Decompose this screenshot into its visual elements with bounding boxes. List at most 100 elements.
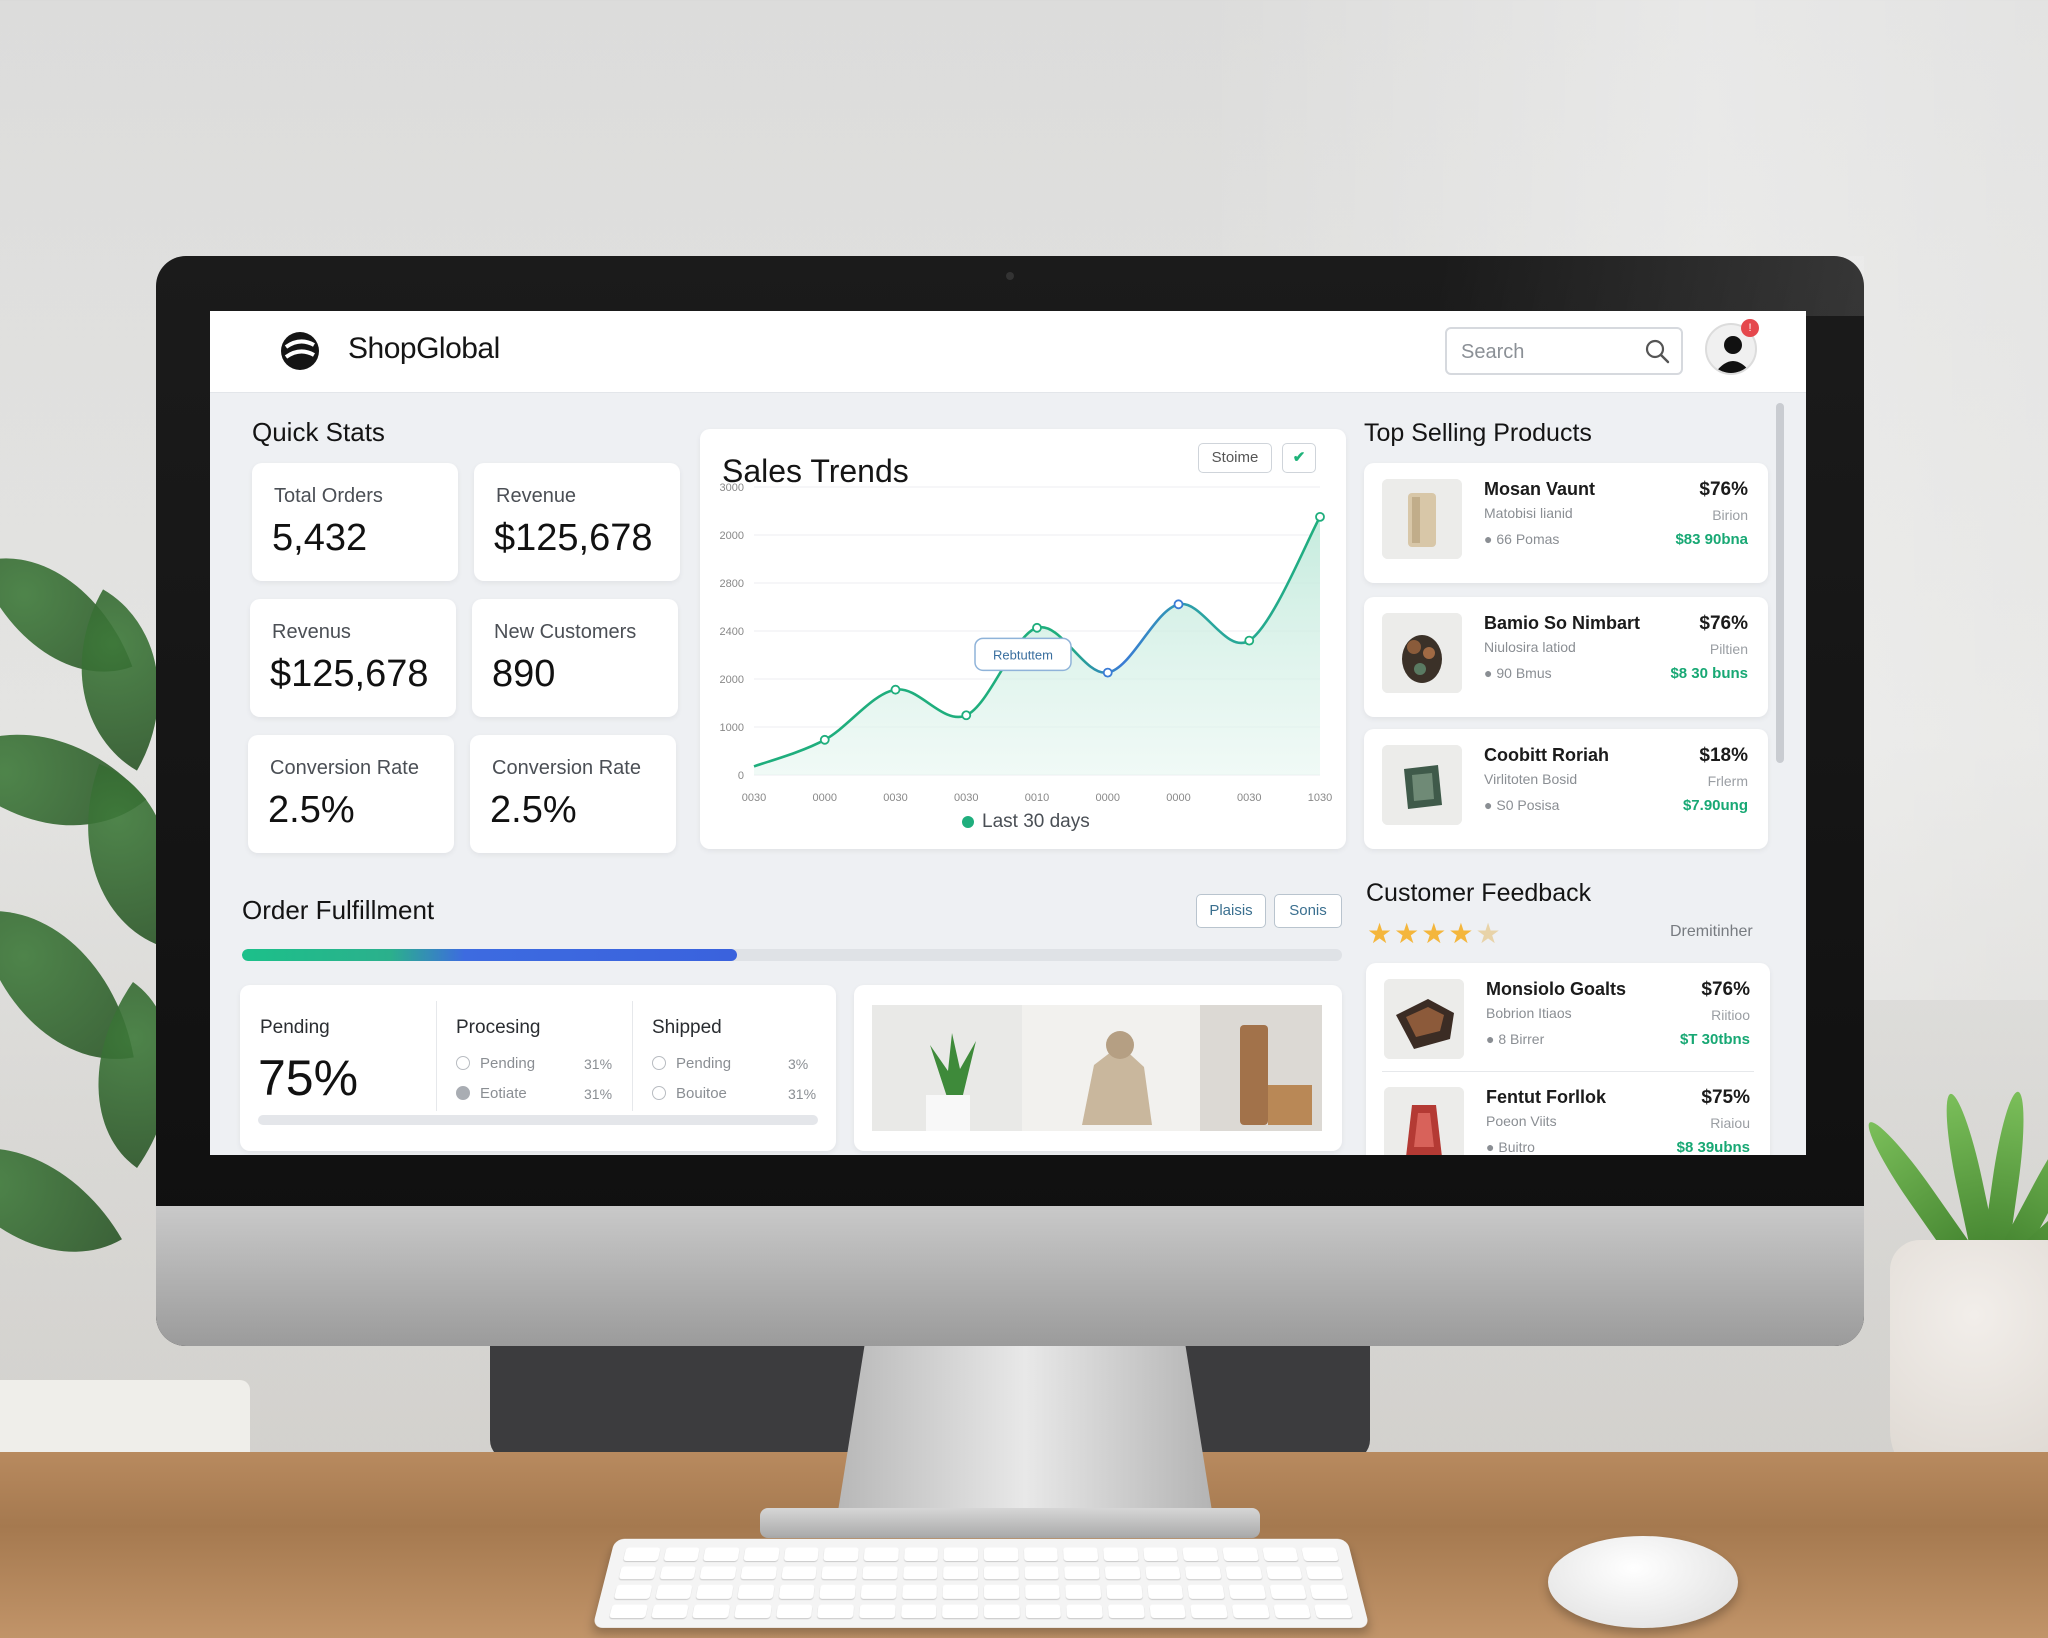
feedback-subtitle: Bobrion Itiaos bbox=[1486, 1005, 1572, 1021]
keyboard-key bbox=[696, 1585, 733, 1599]
feedback-percent: $75% bbox=[1701, 1087, 1750, 1109]
notification-badge[interactable]: ! bbox=[1741, 319, 1759, 337]
fulfillment-sort-button[interactable]: Sonis bbox=[1274, 894, 1342, 928]
keyboard-key bbox=[822, 1566, 858, 1579]
stat-value: 890 bbox=[492, 653, 555, 696]
keyboard-key bbox=[619, 1566, 657, 1579]
keyboard-key bbox=[1105, 1566, 1141, 1579]
product-subtitle: Matobisi lianid bbox=[1484, 505, 1573, 521]
stat-card-total-orders[interactable]: Total Orders 5,432 bbox=[252, 463, 458, 581]
stat-label: Revenue bbox=[496, 485, 576, 508]
radio-icon[interactable] bbox=[456, 1056, 470, 1070]
keyboard-key bbox=[817, 1604, 854, 1618]
order-fulfillment-title: Order Fulfillment bbox=[242, 895, 434, 926]
search-box[interactable] bbox=[1445, 327, 1683, 375]
rating-stars: ★★★★★ bbox=[1367, 917, 1503, 950]
feedback-meta: Riitioo bbox=[1711, 1007, 1750, 1023]
option-percent: 31% bbox=[584, 1056, 612, 1072]
keyboard-key bbox=[781, 1566, 817, 1579]
product-stock-text: 66 Pomas bbox=[1496, 531, 1559, 547]
product-price: $7.90ung bbox=[1683, 797, 1748, 814]
stock-dot-icon: ● bbox=[1484, 665, 1492, 681]
option-label: Eotiate bbox=[480, 1085, 527, 1102]
feedback-image bbox=[1384, 979, 1464, 1059]
keyboard-key bbox=[1103, 1548, 1138, 1561]
product-card[interactable]: Mosan Vaunt Matobisi lianid ● 66 Pomas $… bbox=[1364, 463, 1768, 583]
feedback-list: Monsiolo Goalts Bobrion Itiaos ● 8 Birre… bbox=[1366, 963, 1770, 1155]
feedback-item[interactable]: Fentut Forllok Poeon Viits ● Buitro $75%… bbox=[1366, 1071, 1770, 1155]
keyboard-key bbox=[861, 1585, 897, 1599]
stat-value: $125,678 bbox=[270, 653, 429, 696]
x-tick-label: 0030 bbox=[742, 792, 766, 804]
product-percent: $18% bbox=[1699, 745, 1748, 767]
product-subtitle: Niulosira latiod bbox=[1484, 639, 1576, 655]
keyboard-key bbox=[703, 1548, 739, 1561]
keyboard-key bbox=[1222, 1548, 1258, 1561]
feedback-image bbox=[1384, 1087, 1464, 1155]
stat-card-new-customers[interactable]: New Customers 890 bbox=[472, 599, 678, 717]
stat-label: Conversion Rate bbox=[270, 757, 419, 780]
stat-card-conversion-rate[interactable]: Conversion Rate 2.5% bbox=[248, 735, 454, 853]
keyboard-key bbox=[984, 1566, 1019, 1579]
product-percent: $76% bbox=[1699, 613, 1748, 635]
x-tick-label: 0010 bbox=[1025, 792, 1049, 804]
x-tick-label: 0030 bbox=[1237, 792, 1261, 804]
chart-point bbox=[1316, 513, 1324, 521]
radio-icon[interactable] bbox=[652, 1086, 666, 1100]
star-icon: ★ bbox=[1394, 917, 1419, 950]
brand-name[interactable]: ShopGlobal bbox=[348, 332, 500, 366]
feedback-product-name: Monsiolo Goalts bbox=[1486, 979, 1626, 1000]
product-meta: Frlerm bbox=[1708, 773, 1748, 789]
keyboard-key bbox=[1225, 1566, 1262, 1579]
plant-right bbox=[1880, 1050, 2048, 1270]
status-track bbox=[258, 1115, 818, 1125]
keyboard-key bbox=[776, 1604, 813, 1618]
legend-text: Last 30 days bbox=[982, 811, 1090, 832]
divider bbox=[436, 1001, 437, 1111]
product-stock: ● S0 Posisa bbox=[1484, 797, 1559, 813]
processing-option[interactable]: Pending bbox=[456, 1055, 535, 1072]
gallery-images[interactable] bbox=[872, 1005, 1322, 1131]
keyboard-key bbox=[692, 1604, 730, 1618]
processing-option[interactable]: Eotiate bbox=[456, 1085, 527, 1102]
product-card[interactable]: Coobitt Roriah Virlitoten Bosid ● S0 Pos… bbox=[1364, 729, 1768, 849]
product-stock: ● 66 Pomas bbox=[1484, 531, 1559, 547]
search-input[interactable] bbox=[1461, 339, 1631, 365]
feedback-meta[interactable]: Dremitinher bbox=[1670, 923, 1753, 941]
x-tick-label: 0030 bbox=[954, 792, 978, 804]
fulfillment-filter-button[interactable]: Plaisis bbox=[1196, 894, 1266, 928]
feedback-stock: ● 8 Birrer bbox=[1486, 1031, 1544, 1047]
sales-trends-card: Sales Trends Stoime ✔ 3000 2000 2800 2400 20… bbox=[700, 429, 1346, 849]
stat-card-revenus[interactable]: Revenus $125,678 bbox=[250, 599, 456, 717]
x-tick-label: 0030 bbox=[883, 792, 907, 804]
search-icon[interactable] bbox=[1643, 337, 1671, 365]
radio-icon[interactable] bbox=[652, 1056, 666, 1070]
feedback-subtitle: Poeon Viits bbox=[1486, 1113, 1557, 1129]
option-percent: 31% bbox=[788, 1086, 816, 1102]
stock-dot-icon: ● bbox=[1484, 531, 1492, 547]
keyboard-key bbox=[734, 1604, 771, 1618]
feedback-item[interactable]: Monsiolo Goalts Bobrion Itiaos ● 8 Birre… bbox=[1366, 963, 1770, 1071]
star-icon: ★ bbox=[1448, 917, 1473, 950]
feedback-meta: Riaiou bbox=[1710, 1115, 1750, 1131]
keyboard-key bbox=[1025, 1585, 1060, 1599]
customer-feedback-title: Customer Feedback bbox=[1366, 879, 1591, 908]
x-tick-label: 1030 bbox=[1308, 792, 1332, 804]
shipped-option[interactable]: Pending bbox=[652, 1055, 731, 1072]
keyboard-key bbox=[609, 1604, 648, 1618]
product-price: $83 90bna bbox=[1675, 531, 1748, 548]
product-card[interactable]: Bamio So Nimbart Niulosira latiod ● 90 B… bbox=[1364, 597, 1768, 717]
stat-card-conversion-rate-2[interactable]: Conversion Rate 2.5% bbox=[470, 735, 676, 853]
scrollbar[interactable] bbox=[1776, 403, 1784, 763]
keyboard-key bbox=[1314, 1604, 1353, 1618]
radio-icon[interactable] bbox=[456, 1086, 470, 1100]
stat-card-revenue[interactable]: Revenue $125,678 bbox=[474, 463, 680, 581]
divider bbox=[632, 1001, 633, 1111]
shipped-option[interactable]: Bouitoe bbox=[652, 1085, 727, 1102]
keyboard-key bbox=[623, 1548, 660, 1561]
keyboard-key bbox=[700, 1566, 737, 1579]
user-menu[interactable]: ! bbox=[1705, 323, 1761, 379]
brand-logo-icon[interactable] bbox=[278, 329, 322, 373]
keyboard-key bbox=[984, 1604, 1020, 1618]
option-percent: 3% bbox=[788, 1056, 808, 1072]
